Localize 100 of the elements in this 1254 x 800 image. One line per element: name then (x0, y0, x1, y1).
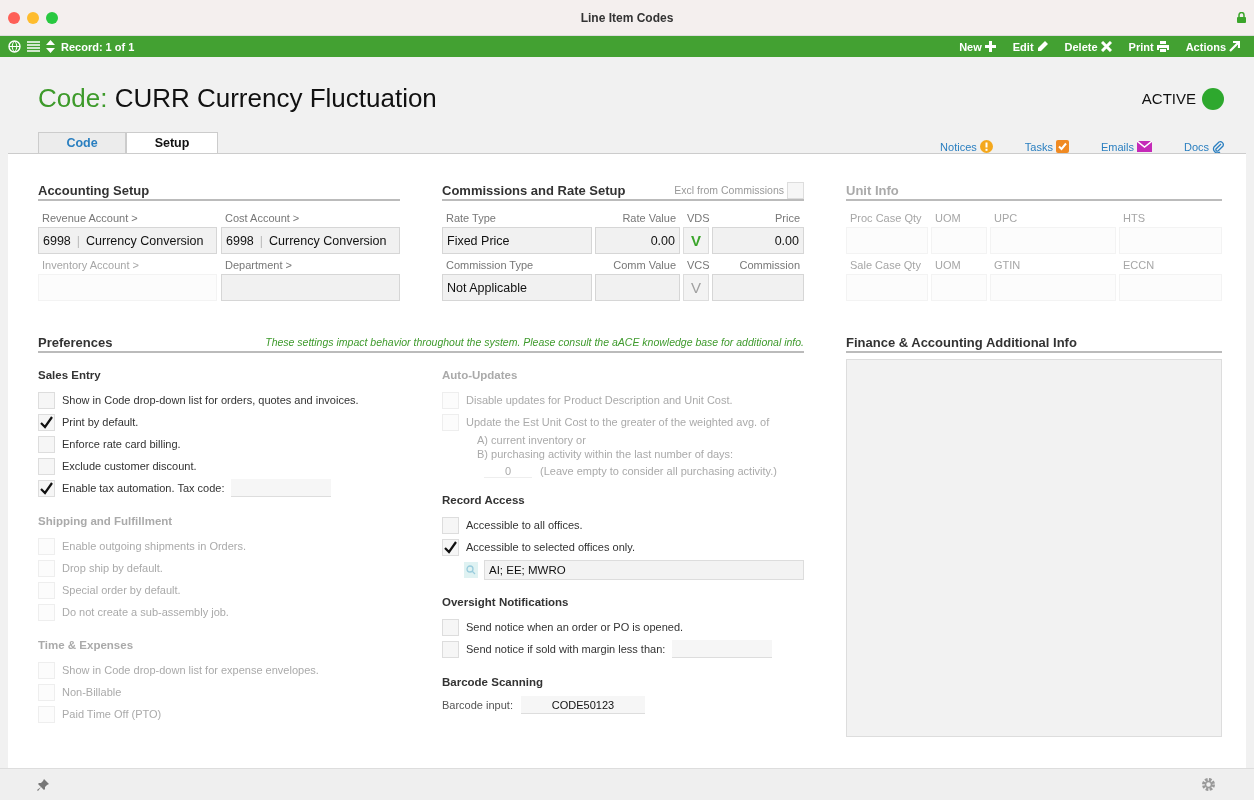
value-field[interactable] (595, 274, 680, 301)
option-text: A) current inventory or (477, 433, 587, 447)
hint-text: (Leave empty to consider all purchasing activity.) (540, 464, 777, 478)
search-icon[interactable] (464, 562, 478, 578)
value-field[interactable]: 0.00 (595, 227, 680, 254)
section-title: Commissions and Rate Setup (442, 182, 626, 198)
account-field[interactable]: 6998 | Currency Conversion (221, 227, 400, 254)
window-title: Line Item Codes (580, 10, 674, 25)
arrow-icon (1229, 41, 1240, 52)
field-label: Inventory Account > (41, 258, 140, 273)
checkbox[interactable] (38, 435, 55, 453)
checkbox-label: Do not create a sub-assembly job. (62, 606, 229, 618)
field-label: VCS (686, 258, 709, 273)
section-title: Unit Info (846, 182, 899, 198)
checkbox[interactable] (442, 538, 459, 556)
input-field[interactable] (672, 640, 773, 658)
checkbox-label: Enable tax automation. Tax code: (62, 482, 225, 494)
zoom-button[interactable] (46, 11, 58, 24)
field-label: Commission Type (445, 258, 535, 273)
field-label: Proc Case Qty (849, 211, 923, 226)
field-label: VDS (686, 211, 709, 226)
header-link[interactable]: Notices (940, 140, 993, 153)
account-field[interactable]: 6998 | Currency Conversion (38, 227, 217, 254)
field-label: HTS (1122, 211, 1146, 226)
checkbox-label: Print by default. (62, 416, 139, 428)
group-title: Sales Entry (38, 368, 102, 383)
section-title: Preferences (38, 334, 113, 350)
pin-icon[interactable] (37, 778, 49, 791)
field-label: Revenue Account > (41, 211, 139, 226)
globe-icon[interactable] (8, 40, 21, 53)
toolbar-button[interactable]: Print (1128, 40, 1169, 53)
group-title: Auto-Updates (442, 368, 519, 383)
field-label: Comm Value (612, 258, 677, 273)
record-counter: Record: 1 of 1 (61, 40, 135, 53)
checkbox[interactable] (442, 618, 459, 636)
account-field[interactable] (221, 274, 400, 301)
settings-icon[interactable] (1200, 776, 1217, 793)
pencil-icon (1036, 41, 1048, 52)
section-title: Finance & Accounting Additional Info (846, 334, 1077, 350)
close-button[interactable] (8, 11, 20, 24)
toolbar-button[interactable]: Actions (1185, 40, 1240, 53)
field-label: UOM (934, 211, 962, 226)
checkbox-label: Accessible to selected offices only. (466, 541, 635, 553)
field-label: UOM (934, 258, 962, 273)
plus-icon (984, 41, 996, 52)
field-label: Price (773, 211, 801, 226)
section-title: Accounting Setup (38, 182, 150, 198)
checkbox-label: Show in Code drop-down list for orders, quotes and invoices. (62, 394, 359, 406)
up-down-icon[interactable] (46, 40, 55, 53)
toolbar-button[interactable]: New (959, 40, 996, 53)
checkbox[interactable] (787, 181, 804, 199)
type-field[interactable]: Fixed Price (442, 227, 592, 254)
toolbar-button[interactable]: Edit (1012, 40, 1048, 53)
lock-icon (1237, 12, 1246, 23)
barcode-field[interactable]: CODE50123 (520, 696, 645, 714)
checkbox-label: Special order by default. (62, 584, 181, 596)
menu-icon[interactable] (27, 41, 40, 52)
flag-toggle[interactable]: V (683, 274, 709, 301)
offices-field[interactable]: AI; EE; MWRO (484, 560, 804, 580)
header-link[interactable]: Emails (1100, 140, 1152, 153)
note-text: These settings impact behavior throughout the system. Please consult the aACE knowledge base for additional info. (265, 336, 804, 348)
checkbox-label: Update the Est Unit Cost to the greater of the weighted avg. of (466, 416, 770, 428)
printer-icon (1156, 41, 1169, 52)
field-label: UPC (993, 211, 1019, 226)
tab[interactable]: Code (38, 132, 126, 154)
field-label: Rate Type (445, 211, 497, 226)
field-label: Rate Value (621, 211, 677, 226)
record-title: Code: CURR Currency Fluctuation (38, 83, 437, 114)
group-title: Time & Expenses (38, 638, 135, 653)
checkbox-label: Send notice if sold with margin less than: (466, 643, 666, 655)
checkbox-label: Show in Code drop-down list for expense envelopes. (62, 664, 319, 676)
checkbox-label: Drop ship by default. (62, 562, 163, 574)
header-link[interactable]: Tasks (1024, 140, 1069, 153)
checkbox-label: Send notice when an order or PO is opened. (466, 621, 684, 633)
group-title: Shipping and Fulfillment (38, 514, 174, 529)
field-label: ECCN (1122, 258, 1156, 273)
paperclip-icon (1212, 140, 1224, 153)
checkbox-label: Enforce rate card billing. (62, 438, 181, 450)
notes-field[interactable] (846, 359, 1222, 737)
toolbar-button[interactable]: Delete (1064, 40, 1112, 53)
checkbox[interactable] (38, 413, 55, 431)
checkbox[interactable] (38, 391, 55, 409)
checkbox-label: Paid Time Off (PTO) (62, 708, 162, 720)
type-field[interactable]: Not Applicable (442, 274, 592, 301)
checkbox-label: Disable updates for Product Description and Unit Cost. (466, 394, 733, 406)
group-title: Barcode Scanning (442, 675, 544, 690)
checkbox-label: Enable outgoing shipments in Orders. (62, 540, 247, 552)
tab[interactable]: Setup (126, 132, 218, 154)
group-title: Record Access (442, 493, 526, 508)
input-field[interactable] (231, 479, 332, 497)
header-link[interactable]: Docs (1183, 140, 1224, 153)
checkbox[interactable] (442, 640, 459, 658)
checkbox[interactable] (442, 516, 459, 534)
amount-field[interactable]: 0.00 (712, 227, 804, 254)
flag-toggle[interactable]: V (683, 227, 709, 254)
minimize-button[interactable] (27, 11, 39, 24)
checkbox[interactable] (38, 479, 55, 497)
amount-field[interactable] (712, 274, 804, 301)
checkbox[interactable] (38, 457, 55, 475)
field-label: Cost Account > (224, 211, 301, 226)
